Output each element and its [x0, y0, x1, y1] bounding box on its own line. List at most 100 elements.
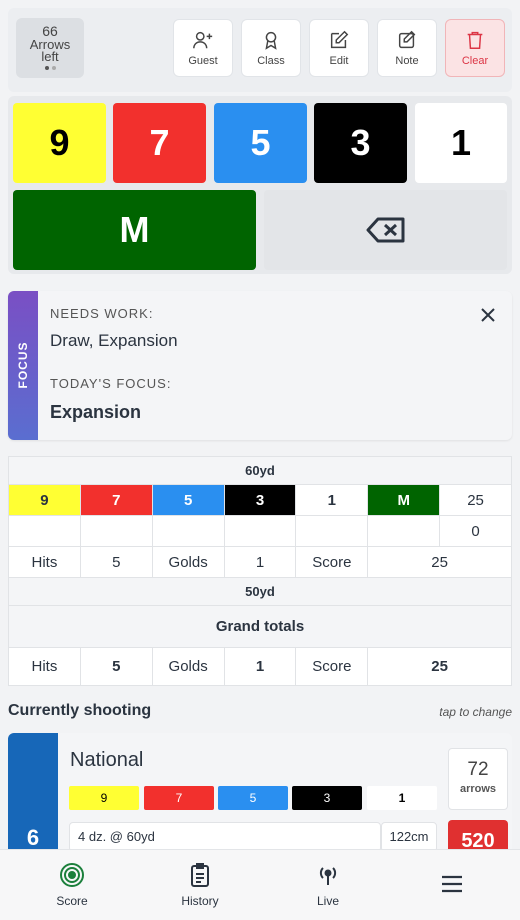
- end-cell[interactable]: 1: [295, 484, 369, 516]
- empty-cell[interactable]: [223, 515, 297, 547]
- scoring-zone-3: 3: [292, 786, 362, 810]
- todays-focus-value: Expansion: [50, 402, 142, 422]
- key-1[interactable]: 1: [415, 103, 507, 183]
- key-7[interactable]: 7: [113, 103, 206, 183]
- guest-button[interactable]: Guest: [173, 19, 233, 77]
- focus-card: FOCUS NEEDS WORK: Draw, Expansion TODAY'…: [8, 291, 512, 440]
- score-label: Score: [295, 546, 369, 578]
- page-dots: [16, 66, 84, 70]
- grand-hits-label: Hits: [8, 647, 81, 686]
- empty-cell[interactable]: [367, 515, 441, 547]
- class-label: Class: [257, 55, 285, 67]
- running-total: 0: [439, 515, 512, 547]
- round-number: 6: [26, 825, 40, 850]
- empty-cell[interactable]: [295, 515, 369, 547]
- target-face-size: 122cm: [381, 822, 437, 852]
- focus-strip-label: FOCUS: [16, 341, 30, 389]
- empty-end-row: 0: [8, 515, 512, 547]
- guest-label: Guest: [188, 55, 218, 67]
- add-user-icon: [193, 31, 213, 49]
- summary-row: Hits 5 Golds 1 Score 25: [8, 546, 512, 578]
- end-cell[interactable]: M: [367, 484, 441, 516]
- focus-strip: FOCUS: [8, 291, 38, 440]
- close-icon: [481, 308, 495, 322]
- distance-label: 50yd: [8, 577, 512, 606]
- clear-label: Clear: [461, 55, 489, 67]
- key-9[interactable]: 9: [13, 103, 106, 183]
- bottom-nav: Score History Live: [0, 849, 520, 920]
- distance-header-60: 60yd: [8, 456, 512, 485]
- end-cell[interactable]: 9: [8, 484, 81, 516]
- class-button[interactable]: Class: [241, 19, 301, 77]
- grand-golds-label: Golds: [151, 647, 225, 686]
- nav-history[interactable]: History: [155, 862, 245, 908]
- scoring-zone-1: 1: [367, 786, 437, 810]
- distance-header-50: 50yd: [8, 577, 512, 606]
- arrows-label: arrows: [459, 783, 497, 795]
- grand-score-value: 25: [367, 647, 512, 686]
- scoring-zone-7: 7: [144, 786, 214, 810]
- grand-score-label: Score: [295, 647, 369, 686]
- nav-history-label: History: [181, 894, 219, 908]
- round-distance: 4 dz. @ 60yd: [69, 822, 381, 852]
- nav-score[interactable]: Score: [27, 862, 117, 908]
- clipboard-icon: [191, 863, 209, 887]
- nav-score-label: Score: [56, 894, 88, 908]
- menu-button[interactable]: [407, 874, 497, 900]
- score-value: 25: [367, 546, 512, 578]
- key-miss[interactable]: M: [13, 190, 256, 270]
- edit-icon: [330, 30, 349, 49]
- todays-focus-label: TODAY'S FOCUS:: [50, 376, 172, 391]
- scoring-zone-9: 9: [69, 786, 139, 810]
- score-sheet: 60yd 9 7 5 3 1 M 25 0 Hits 5 Golds 1 Sco…: [8, 456, 512, 686]
- tap-to-change-hint[interactable]: tap to change: [439, 705, 512, 719]
- empty-cell[interactable]: [79, 515, 153, 547]
- backspace-button[interactable]: [264, 190, 507, 270]
- round-name: National: [70, 749, 144, 771]
- needs-work-value: Draw, Expansion: [50, 331, 178, 350]
- needs-work-label: NEEDS WORK:: [50, 306, 154, 321]
- arrows-count-box: 72 arrows: [448, 748, 508, 810]
- grand-hits-value: 5: [79, 647, 153, 686]
- note-label: Note: [395, 55, 419, 67]
- hits-label: Hits: [8, 546, 81, 578]
- distance-label: 60yd: [8, 456, 512, 485]
- note-icon: [398, 30, 416, 49]
- hits-value: 5: [79, 546, 153, 578]
- score-keypad: 9 7 5 3 1 M: [8, 96, 512, 274]
- nav-live-label: Live: [316, 894, 339, 908]
- grand-totals-row: Hits 5 Golds 1 Score 25: [8, 647, 512, 686]
- target-icon: [60, 863, 84, 887]
- top-toolbar: 66 Arrows left Guest Class Edit Note Cle…: [8, 8, 512, 92]
- golds-value: 1: [223, 546, 297, 578]
- award-icon: [265, 31, 277, 50]
- end-row: 9 7 5 3 1 M 25: [8, 484, 512, 516]
- note-button[interactable]: Note: [377, 19, 437, 77]
- arrows-left-counter[interactable]: 66 Arrows left: [16, 18, 84, 78]
- golds-label: Golds: [151, 546, 225, 578]
- hamburger-menu-icon: [442, 875, 462, 893]
- close-focus-button[interactable]: [480, 307, 496, 328]
- empty-cell[interactable]: [8, 515, 81, 547]
- empty-cell[interactable]: [151, 515, 225, 547]
- arrows-left-label-2: left: [41, 49, 59, 64]
- grand-totals-header: Grand totals: [8, 605, 512, 648]
- end-cell[interactable]: 5: [151, 484, 225, 516]
- arrows-count: 72: [467, 759, 489, 780]
- scoring-zone-5: 5: [218, 786, 288, 810]
- grand-totals-label: Grand totals: [8, 605, 512, 648]
- key-3[interactable]: 3: [314, 103, 407, 183]
- end-total: 25: [439, 484, 512, 516]
- end-cell[interactable]: 3: [223, 484, 297, 516]
- broadcast-icon: [319, 867, 337, 885]
- edit-label: Edit: [329, 55, 349, 67]
- key-5[interactable]: 5: [214, 103, 307, 183]
- grand-golds-value: 1: [223, 647, 297, 686]
- clear-button[interactable]: Clear: [445, 19, 505, 77]
- nav-live[interactable]: Live: [283, 862, 373, 908]
- end-cell[interactable]: 7: [79, 484, 153, 516]
- edit-button[interactable]: Edit: [309, 19, 369, 77]
- currently-shooting-title: Currently shooting: [8, 702, 152, 719]
- trash-icon: [467, 31, 483, 49]
- backspace-icon: [366, 217, 404, 243]
